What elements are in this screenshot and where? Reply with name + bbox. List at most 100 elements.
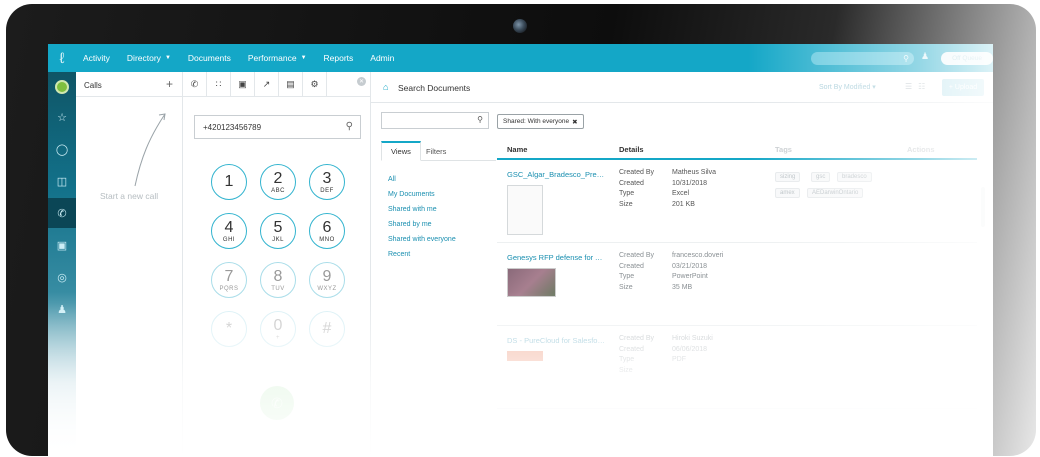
- document-name-link[interactable]: Genesys RFP defense for Ago...: [507, 253, 607, 262]
- new-call-hint: Start a new call: [100, 191, 159, 201]
- close-icon[interactable]: ✕: [357, 77, 366, 86]
- document-name-link[interactable]: GSC_Algar_Bradesco_Premis...: [507, 170, 607, 179]
- app-screen: ℓ Activity Directory ▼ Documents Performa…: [48, 44, 993, 457]
- calls-title: Calls: [84, 81, 102, 90]
- key-digit: 1: [224, 172, 234, 190]
- home-icon[interactable]: ⌂: [383, 82, 388, 92]
- inbox-icon[interactable]: ▣: [48, 230, 76, 260]
- nav-reports[interactable]: Reports: [324, 53, 354, 63]
- app-logo-icon[interactable]: ℓ: [48, 44, 76, 72]
- nav-activity[interactable]: Activity: [83, 53, 110, 63]
- tag[interactable]: amex: [775, 188, 800, 198]
- dial-key-6[interactable]: 6 MNO: [309, 213, 345, 249]
- tab-views-label: Views: [391, 147, 411, 156]
- camera-icon: [513, 19, 527, 33]
- nav-performance[interactable]: Performance ▼: [248, 53, 307, 63]
- phone-icon[interactable]: ✆: [48, 198, 76, 228]
- document-search-input[interactable]: ⚲: [381, 112, 489, 129]
- view-shared-with-me-link[interactable]: Shared with me: [388, 206, 456, 221]
- dial-key-4[interactable]: 4 GHI: [211, 213, 247, 249]
- tab-views[interactable]: Views: [381, 141, 421, 161]
- nav-documents[interactable]: Documents: [188, 53, 231, 63]
- dial-key-5[interactable]: 5 JKL: [260, 213, 296, 249]
- phone-icon[interactable]: ✆: [183, 72, 207, 97]
- view-shared-by-me-link[interactable]: Shared by me: [388, 221, 456, 236]
- key-digit: 8: [273, 267, 283, 285]
- dial-key-2[interactable]: 2 ABC: [260, 164, 296, 200]
- views-list: All My Documents Shared with me Shared b…: [388, 176, 456, 266]
- view-shared-with-everyone-link[interactable]: Shared with everyone: [388, 236, 456, 251]
- nav-directory[interactable]: Directory ▼: [127, 53, 171, 63]
- value-created: 10/31/2018: [672, 179, 708, 187]
- tag[interactable]: sizing: [775, 172, 801, 182]
- tag[interactable]: bradesco: [837, 172, 872, 182]
- value-size: 35 MB: [672, 283, 693, 291]
- value-type: Excel: [672, 190, 690, 197]
- scrollbar[interactable]: [981, 187, 985, 227]
- lock-icon[interactable]: ▤: [279, 72, 303, 97]
- settings-icon[interactable]: ⚙: [303, 72, 327, 97]
- search-icon[interactable]: ⚲: [477, 115, 483, 124]
- value-created: 03/21/2018: [672, 262, 708, 270]
- nav-admin[interactable]: Admin: [370, 53, 394, 63]
- filter-chip[interactable]: Shared: With everyone ✖: [497, 114, 584, 129]
- value-size: 201 KB: [672, 200, 695, 208]
- key-letters: TUV: [271, 285, 285, 292]
- close-icon[interactable]: ✖: [572, 118, 577, 126]
- divider: [76, 96, 183, 97]
- upload-button[interactable]: + Upload: [942, 79, 984, 96]
- global-search-input[interactable]: ⚲: [811, 52, 914, 65]
- add-call-button[interactable]: +: [166, 77, 173, 91]
- table-row[interactable]: GSC_Algar_Bradesco_Premis... Created By …: [497, 160, 977, 243]
- video-icon[interactable]: ◫: [48, 166, 76, 196]
- phone-icon: ✆: [271, 394, 283, 411]
- document-thumbnail[interactable]: [507, 268, 556, 297]
- dial-key-8[interactable]: 8 TUV: [260, 262, 296, 298]
- avatar[interactable]: [55, 80, 69, 94]
- support-icon[interactable]: ◎: [48, 262, 76, 292]
- column-name[interactable]: Name: [507, 145, 527, 154]
- dialpad-icon[interactable]: ∷: [207, 72, 231, 97]
- view-all-link[interactable]: All: [388, 176, 456, 191]
- sort-dropdown[interactable]: Sort By Modified ▾: [819, 83, 876, 91]
- dial-key-0[interactable]: 0 +: [260, 311, 296, 347]
- filter-chip-label: Shared: With everyone: [503, 118, 570, 125]
- call-button[interactable]: ✆: [260, 386, 294, 420]
- view-toggle-icon[interactable]: ☰☷: [905, 82, 931, 91]
- view-recent-link[interactable]: Recent: [388, 251, 456, 266]
- column-actions: Actions: [907, 145, 935, 154]
- label-type: Type: [619, 273, 635, 280]
- document-thumbnail[interactable]: [507, 351, 543, 361]
- arrow-icon: [134, 113, 166, 187]
- dial-key-1[interactable]: 1: [211, 164, 247, 200]
- voicemail-icon[interactable]: ▣: [231, 72, 255, 97]
- tag[interactable]: AEDarwinOntario: [807, 188, 864, 198]
- dialer-toolbar: ✆ ∷ ▣ ↗ ▤ ⚙: [183, 72, 371, 97]
- label-created-by: Created By: [619, 169, 655, 176]
- tab-filters[interactable]: Filters: [417, 141, 455, 161]
- column-tags: Tags: [775, 145, 792, 154]
- dial-key-star[interactable]: *: [211, 311, 247, 347]
- add-user-icon[interactable]: ♟: [48, 294, 76, 324]
- value-created-by: Matheus Silva: [672, 169, 716, 176]
- star-icon[interactable]: ☆: [48, 102, 76, 132]
- dial-key-hash[interactable]: #: [309, 311, 345, 347]
- phone-number-input[interactable]: +420123456789 ⚲: [194, 115, 361, 139]
- dial-key-7[interactable]: 7 PQRS: [211, 262, 247, 298]
- column-details: Details: [619, 145, 644, 154]
- status-selector[interactable]: Off Queue: [941, 52, 993, 65]
- table-row[interactable]: Genesys RFP defense for Ago... Created B…: [497, 243, 977, 326]
- detail-values: Hiroki Suzuki 06/06/2018 PDF: [672, 334, 713, 366]
- search-icon[interactable]: ⚲: [346, 121, 353, 132]
- dial-key-3[interactable]: 3 DEF: [309, 164, 345, 200]
- table-row[interactable]: DS - PureCloud for Salesforce... Created…: [497, 326, 977, 409]
- dial-key-9[interactable]: 9 WXYZ: [309, 262, 345, 298]
- call-forward-icon[interactable]: ↗: [255, 72, 279, 97]
- tag[interactable]: gsc: [811, 172, 831, 182]
- key-letters: WXYZ: [317, 285, 337, 292]
- user-icon[interactable]: ♟: [921, 51, 929, 62]
- chat-icon[interactable]: ◯: [48, 134, 76, 164]
- view-my-documents-link[interactable]: My Documents: [388, 191, 456, 206]
- document-thumbnail[interactable]: [507, 185, 543, 235]
- document-name-link[interactable]: DS - PureCloud for Salesforce...: [507, 336, 607, 345]
